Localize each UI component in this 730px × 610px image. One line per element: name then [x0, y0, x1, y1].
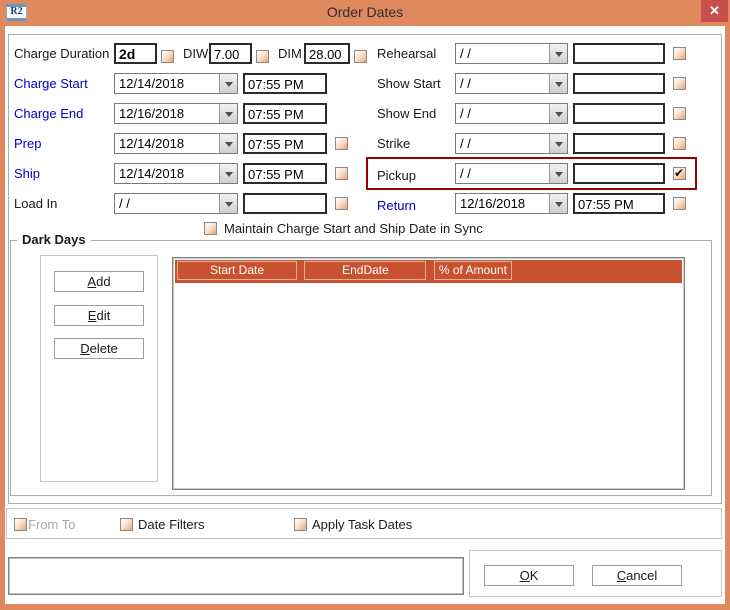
prep-label: Prep [14, 136, 41, 151]
rehearsal-date-combo[interactable]: / / [455, 43, 568, 64]
charge-duration-label: Charge Duration [14, 46, 109, 61]
add-button[interactable]: Add [54, 271, 144, 292]
chevron-down-icon[interactable] [549, 134, 567, 153]
date-filters-label: Date Filters [138, 517, 204, 532]
charge-end-date-combo[interactable]: 12/16/2018 [114, 103, 238, 124]
chevron-down-icon[interactable] [219, 74, 237, 93]
ship-checkbox[interactable] [335, 167, 348, 180]
titlebar: R2 Order Dates ✕ [0, 0, 730, 26]
show-start-label: Show Start [377, 76, 441, 91]
rehearsal-checkbox[interactable] [673, 47, 686, 60]
load-in-time-field[interactable] [243, 193, 327, 214]
column-header-start-date[interactable]: Start Date [177, 261, 297, 280]
show-end-checkbox[interactable] [673, 107, 686, 120]
note-input[interactable] [8, 557, 464, 595]
chevron-down-icon[interactable] [549, 44, 567, 63]
prep-date-combo[interactable]: 12/14/2018 [114, 133, 238, 154]
diw-checkbox[interactable] [256, 50, 269, 63]
show-start-checkbox[interactable] [673, 77, 686, 90]
pickup-checkbox[interactable] [673, 167, 686, 180]
ok-button[interactable]: OK [484, 565, 574, 586]
dim-checkbox[interactable] [354, 50, 367, 63]
chevron-down-icon[interactable] [549, 104, 567, 123]
charge-end-label: Charge End [14, 106, 83, 121]
apply-task-dates-label: Apply Task Dates [312, 517, 412, 532]
chevron-down-icon[interactable] [219, 164, 237, 183]
dark-days-legend: Dark Days [17, 232, 91, 247]
load-in-date-combo[interactable]: / / [114, 193, 238, 214]
rehearsal-label: Rehearsal [377, 46, 436, 61]
strike-date-combo[interactable]: / / [455, 133, 568, 154]
chevron-down-icon[interactable] [549, 194, 567, 213]
rehearsal-time-field[interactable] [573, 43, 665, 64]
show-end-time-field[interactable] [573, 103, 665, 124]
ship-date-combo[interactable]: 12/14/2018 [114, 163, 238, 184]
ship-time-field[interactable]: 07:55 PM [243, 163, 327, 184]
apply-task-dates-checkbox[interactable] [294, 518, 307, 531]
pickup-date-combo[interactable]: / / [455, 163, 568, 184]
strike-label: Strike [377, 136, 410, 151]
pickup-time-field[interactable] [573, 163, 665, 184]
charge-start-time-field[interactable]: 07:55 PM [243, 73, 327, 94]
load-in-checkbox[interactable] [335, 197, 348, 210]
chevron-down-icon[interactable] [219, 194, 237, 213]
dialog-body: Charge Duration 2d DIW 7.00 DIM 28.00 Ch… [5, 26, 725, 604]
chevron-down-icon[interactable] [549, 74, 567, 93]
show-start-date-combo[interactable]: / / [455, 73, 568, 94]
return-label: Return [377, 198, 416, 213]
sync-label: Maintain Charge Start and Ship Date in S… [224, 221, 483, 236]
prep-time-field[interactable]: 07:55 PM [243, 133, 327, 154]
dim-label: DIM [278, 46, 302, 61]
charge-start-date-combo[interactable]: 12/14/2018 [114, 73, 238, 94]
chevron-down-icon[interactable] [549, 164, 567, 183]
return-date-combo[interactable]: 12/16/2018 [455, 193, 568, 214]
return-time-field[interactable]: 07:55 PM [573, 193, 665, 214]
diw-label: DIW [183, 46, 208, 61]
show-start-time-field[interactable] [573, 73, 665, 94]
date-filters-checkbox[interactable] [120, 518, 133, 531]
return-checkbox[interactable] [673, 197, 686, 210]
footer-options-panel: From To Date Filters Apply Task Dates [6, 508, 722, 539]
charge-end-time-field[interactable]: 07:55 PM [243, 103, 327, 124]
column-header-end-date[interactable]: EndDate [304, 261, 426, 280]
chevron-down-icon[interactable] [219, 104, 237, 123]
charge-duration-checkbox[interactable] [161, 50, 174, 63]
prep-checkbox[interactable] [335, 137, 348, 150]
order-dates-dialog: R2 Order Dates ✕ Charge Duration 2d DIW … [0, 0, 730, 610]
dim-field[interactable]: 28.00 [304, 43, 350, 64]
pickup-label: Pickup [377, 168, 416, 183]
sync-checkbox[interactable] [204, 222, 217, 235]
cancel-button[interactable]: Cancel [592, 565, 682, 586]
from-to-checkbox [14, 518, 27, 531]
page-title: Order Dates [0, 4, 730, 20]
diw-field[interactable]: 7.00 [209, 43, 252, 64]
strike-time-field[interactable] [573, 133, 665, 154]
strike-checkbox[interactable] [673, 137, 686, 150]
charge-start-label: Charge Start [14, 76, 88, 91]
dark-days-table[interactable]: Start Date EndDate % of Amount [172, 257, 685, 490]
charge-duration-field[interactable]: 2d [114, 43, 157, 64]
load-in-label: Load In [14, 196, 57, 211]
edit-button[interactable]: Edit [54, 305, 144, 326]
show-end-label: Show End [377, 106, 436, 121]
show-end-date-combo[interactable]: / / [455, 103, 568, 124]
chevron-down-icon[interactable] [219, 134, 237, 153]
close-icon[interactable]: ✕ [701, 0, 728, 22]
action-button-panel: OK Cancel [469, 550, 722, 597]
column-header-pct-amount[interactable]: % of Amount [434, 261, 512, 280]
from-to-label: From To [28, 517, 75, 532]
delete-button[interactable]: Delete [54, 338, 144, 359]
dark-days-button-panel: Add Edit Delete [40, 255, 158, 482]
table-header: Start Date EndDate % of Amount [175, 260, 682, 283]
ship-label: Ship [14, 166, 40, 181]
